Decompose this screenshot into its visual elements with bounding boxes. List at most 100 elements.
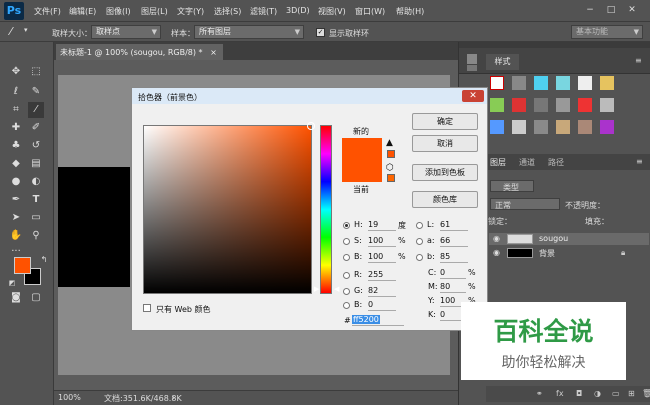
b-radio[interactable] [343, 254, 350, 261]
menu-3d[interactable]: 3D(D) [286, 6, 310, 15]
add-to-swatches-button[interactable]: 添加到色板 [412, 164, 478, 181]
b-input[interactable]: 100 [368, 251, 396, 263]
workspace-dropdown[interactable]: 基本功能 ▼ [571, 25, 643, 39]
eyedropper-icon[interactable]: ⁄ [10, 25, 12, 38]
foreground-color-swatch[interactable] [14, 257, 31, 274]
menu-select[interactable]: 选择(S) [214, 6, 241, 17]
close-tab-icon[interactable]: × [210, 48, 217, 57]
quick-mask-icon[interactable]: ◙ [8, 290, 24, 306]
s-radio[interactable] [343, 238, 350, 245]
cancel-button[interactable]: 取消 [412, 135, 478, 152]
style-swatch[interactable] [534, 120, 548, 134]
tab-paths[interactable]: 路径 [548, 157, 564, 168]
minimize-icon[interactable]: − [584, 5, 596, 16]
marquee-tool-icon[interactable]: ⬚ [28, 64, 44, 80]
brush-tool-icon[interactable]: ✐ [28, 120, 44, 136]
hue-slider-handle-right[interactable]: ◀ [334, 285, 339, 293]
style-none-swatch[interactable] [490, 76, 504, 90]
lab-b-radio[interactable] [416, 254, 423, 261]
swap-colors-icon[interactable]: ↰ [36, 252, 52, 268]
delete-layer-icon[interactable]: 🗑︎ [642, 389, 650, 398]
web-only-checkbox[interactable] [143, 304, 151, 312]
rectangle-tool-icon[interactable]: ▭ [28, 210, 44, 226]
style-swatch[interactable] [512, 120, 526, 134]
tab-styles[interactable]: 样式 [486, 54, 519, 70]
a-radio[interactable] [416, 238, 423, 245]
healing-brush-tool-icon[interactable]: ✚ [8, 120, 24, 136]
path-selection-tool-icon[interactable]: ➤ [8, 210, 24, 226]
c-input[interactable]: 0 [440, 267, 466, 279]
style-swatch[interactable] [556, 98, 570, 112]
style-swatch[interactable] [490, 120, 504, 134]
default-colors-icon[interactable]: ◩ [4, 275, 20, 291]
new-group-icon[interactable]: ▭ [612, 389, 620, 398]
g-input[interactable]: 82 [368, 285, 396, 297]
style-swatch[interactable] [600, 76, 614, 90]
menu-file[interactable]: 文件(F) [34, 6, 61, 17]
eyedropper-tool-icon[interactable]: ⁄ [28, 102, 44, 118]
lab-b-input[interactable]: 85 [440, 251, 468, 263]
hue-slider[interactable] [320, 125, 332, 294]
ok-button[interactable]: 确定 [412, 113, 478, 130]
rgb-b-radio[interactable] [343, 302, 350, 309]
eraser-tool-icon[interactable]: ◆ [8, 156, 24, 172]
gamut-color-swatch[interactable] [387, 150, 395, 158]
clone-stamp-tool-icon[interactable]: ♣ [8, 138, 24, 154]
current-color-swatch[interactable] [342, 160, 382, 182]
dodge-tool-icon[interactable]: ◐ [28, 174, 44, 190]
r-input[interactable]: 255 [368, 269, 396, 281]
menu-type[interactable]: 文字(Y) [177, 6, 204, 17]
fx-icon[interactable]: fx [556, 389, 564, 398]
h-radio[interactable] [343, 222, 350, 229]
style-swatch[interactable] [534, 76, 548, 90]
status-expand-icon[interactable]: › [172, 393, 175, 402]
style-swatch[interactable] [556, 76, 570, 90]
h-input[interactable]: 19 [368, 219, 396, 231]
tab-layers[interactable]: 图层 [490, 157, 506, 168]
history-brush-tool-icon[interactable]: ↺ [28, 138, 44, 154]
show-ring-checkbox[interactable]: ✓ [316, 28, 325, 37]
style-swatch[interactable] [578, 120, 592, 134]
type-tool-icon[interactable]: T [28, 192, 44, 208]
style-swatch[interactable] [556, 120, 570, 134]
style-swatch[interactable] [490, 98, 504, 112]
maximize-icon[interactable]: □ [605, 5, 617, 16]
layer-kind-filter[interactable]: 类型 [490, 180, 534, 192]
close-icon[interactable]: ✕ [462, 90, 484, 102]
zoom-level[interactable]: 100% [58, 393, 81, 402]
move-tool-icon[interactable]: ✥ [8, 64, 24, 80]
l-radio[interactable] [416, 222, 423, 229]
menu-image[interactable]: 图像(I) [106, 6, 131, 17]
menu-filter[interactable]: 滤镜(T) [250, 6, 277, 17]
g-radio[interactable] [343, 288, 350, 295]
quick-select-tool-icon[interactable]: ✎ [28, 84, 44, 100]
web-safe-color-swatch[interactable] [387, 174, 395, 182]
sample-size-dropdown[interactable]: 取样点 ▼ [91, 25, 161, 39]
style-swatch[interactable] [600, 120, 614, 134]
style-swatch[interactable] [578, 98, 592, 112]
lasso-tool-icon[interactable]: ℓ [8, 84, 24, 100]
add-mask-icon[interactable]: ◘ [576, 389, 582, 398]
tab-channels[interactable]: 通道 [519, 157, 535, 168]
document-tab[interactable]: 未标题-1 @ 100% (sougou, RGB/8) * × [56, 44, 223, 60]
eye-icon[interactable]: ◉ [493, 234, 500, 243]
style-swatch[interactable] [534, 98, 548, 112]
s-input[interactable]: 100 [368, 235, 396, 247]
style-swatch[interactable] [512, 76, 526, 90]
r-radio[interactable] [343, 272, 350, 279]
menu-edit[interactable]: 编辑(E) [69, 6, 96, 17]
screen-mode-icon[interactable]: ▢ [28, 290, 44, 306]
panel-menu-icon[interactable]: ≡ [636, 157, 643, 166]
properties-panel-icon[interactable] [467, 65, 477, 71]
adjustment-layer-icon[interactable]: ◑ [594, 389, 601, 398]
style-swatch[interactable] [512, 98, 526, 112]
blur-tool-icon[interactable]: ● [8, 174, 24, 190]
pen-tool-icon[interactable]: ✒ [8, 192, 24, 208]
menu-help[interactable]: 帮助(H) [396, 6, 424, 17]
history-panel-icon[interactable] [467, 54, 477, 64]
link-layers-icon[interactable]: ⚭ [536, 389, 543, 398]
sample-dropdown[interactable]: 所有图层 ▼ [194, 25, 304, 39]
a-input[interactable]: 66 [440, 235, 468, 247]
hex-input[interactable]: ff5200 [352, 314, 404, 326]
rgb-b-input[interactable]: 0 [368, 299, 396, 311]
